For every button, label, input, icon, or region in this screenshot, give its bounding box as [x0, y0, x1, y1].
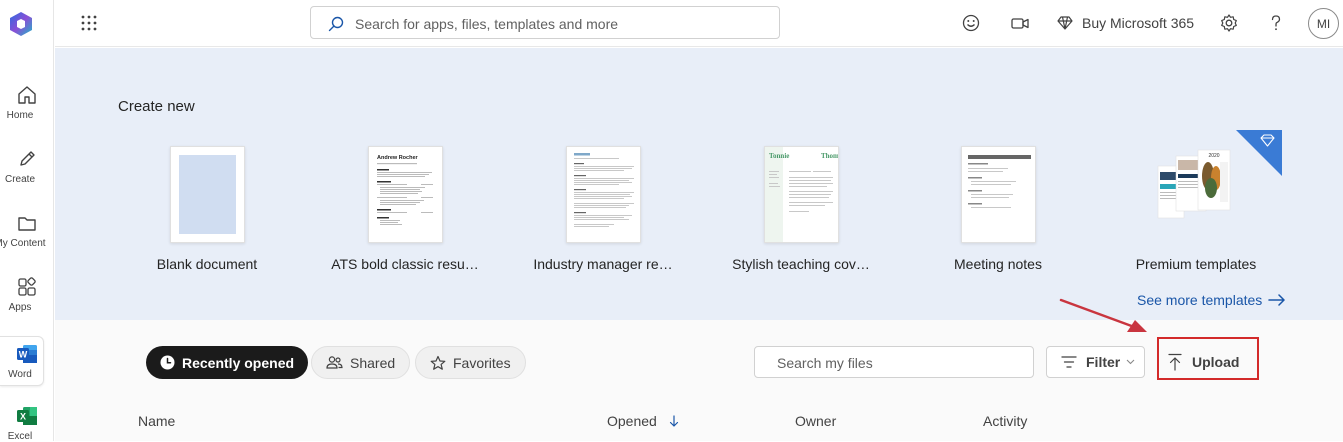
rail-my-content-label: My Content — [0, 238, 46, 249]
buy-microsoft-365-button[interactable]: Buy Microsoft 365 — [1056, 11, 1194, 35]
search-my-files-placeholder: Search my files — [777, 355, 873, 371]
template-thumbnail-heading: Andrew Rocher — [377, 155, 419, 161]
rail-apps-label: Apps — [8, 302, 32, 313]
template-thumbnail: 2020 — [1156, 146, 1236, 243]
arrow-right-icon — [1268, 294, 1286, 306]
template-thumbnail-heading: Tonnie Thomsen — [769, 152, 839, 160]
star-icon — [430, 355, 446, 370]
excel-icon: X — [17, 407, 37, 425]
template-thumbnail — [960, 146, 1036, 243]
create-new-section: Create new Blank document Andrew Rocher — [55, 48, 1343, 320]
rail-home[interactable]: Home — [0, 84, 54, 121]
template-name: Stylish teaching cov… — [732, 256, 870, 272]
filter-shared[interactable]: Shared — [311, 346, 411, 379]
template-stylish-teaching-cover-letter[interactable]: Tonnie Thomsen Stylish teaching cov… — [721, 146, 881, 272]
app-launcher-icon[interactable] — [80, 14, 98, 32]
column-activity-label: Activity — [983, 413, 1028, 429]
chevron-down-icon — [1126, 359, 1135, 365]
column-header-owner[interactable]: Owner — [795, 413, 836, 429]
rail-excel-label: Excel — [7, 431, 33, 442]
filter-favorites-label: Favorites — [453, 354, 511, 371]
template-name: Meeting notes — [954, 256, 1042, 272]
template-thumbnail: Tonnie Thomsen — [763, 146, 839, 243]
rail-my-content[interactable]: My Content — [0, 212, 54, 249]
home-icon — [18, 86, 36, 104]
template-name: Industry manager re… — [533, 256, 673, 272]
annotation-arrow-icon — [1059, 298, 1147, 332]
column-header-activity[interactable]: Activity — [983, 413, 1027, 429]
search-icon — [328, 16, 344, 32]
pen-icon — [20, 151, 35, 166]
template-name: Blank document — [156, 256, 258, 272]
upload-label: Upload — [1192, 354, 1240, 370]
feedback-smiley-icon[interactable] — [961, 13, 981, 33]
svg-text:X: X — [20, 412, 26, 422]
premium-thumbnail-year: 2020 — [1208, 153, 1219, 159]
diamond-icon — [1057, 16, 1073, 30]
settings-gear-icon[interactable] — [1219, 13, 1239, 33]
template-thumbnail: Andrew Rocher — [367, 146, 443, 243]
filter-shared-label: Shared — [350, 354, 396, 371]
files-section: Recently opened Shared Favorites Search … — [55, 320, 1343, 441]
word-icon: W — [17, 345, 37, 363]
rail-create[interactable]: Create — [0, 148, 54, 185]
rail-create-label: Create — [4, 174, 35, 185]
folder-icon — [18, 217, 36, 231]
rail-apps[interactable]: Apps — [0, 276, 54, 313]
avatar-initials: MI — [1316, 16, 1331, 31]
filter-favorites[interactable]: Favorites — [415, 346, 526, 379]
user-avatar[interactable]: MI — [1308, 8, 1339, 39]
buy-microsoft-365-label: Buy Microsoft 365 — [1082, 15, 1195, 31]
template-meeting-notes[interactable]: Meeting notes — [918, 146, 1078, 272]
people-icon — [326, 356, 343, 369]
filter-label: Filter — [1086, 354, 1121, 370]
column-owner-label: Owner — [795, 413, 837, 429]
template-industry-manager-resume[interactable]: Industry manager re… — [523, 146, 683, 272]
column-opened-label: Opened — [607, 413, 657, 429]
m365-logo-icon[interactable] — [8, 11, 34, 37]
template-name: ATS bold classic resu… — [331, 256, 479, 272]
premium-diamond-badge-icon — [1236, 130, 1282, 176]
global-search-placeholder: Search for apps, files, templates and mo… — [355, 16, 619, 32]
create-new-title: Create new — [118, 98, 195, 115]
filter-recently-opened[interactable]: Recently opened — [146, 346, 309, 379]
sort-down-arrow-icon — [669, 415, 678, 427]
filter-lines-icon — [1061, 356, 1077, 368]
rail-word-label: Word — [8, 369, 32, 380]
template-name: Premium templates — [1135, 256, 1257, 272]
rail-excel[interactable]: X Excel — [0, 405, 54, 442]
global-search-input[interactable]: Search for apps, files, templates and mo… — [310, 6, 780, 39]
rail-word[interactable]: W Word — [0, 343, 54, 380]
filter-button[interactable]: Filter — [1046, 346, 1145, 378]
app-rail: Home Create My Content Apps W Word X Exc… — [0, 0, 54, 442]
rail-home-label: Home — [6, 110, 34, 121]
upload-button[interactable]: Upload — [1167, 346, 1239, 378]
template-thumbnail — [169, 146, 245, 243]
search-my-files-input[interactable]: Search my files — [754, 346, 1034, 378]
filter-recently-opened-label: Recently opened — [182, 354, 295, 371]
svg-text:W: W — [19, 350, 28, 360]
template-blank-document[interactable]: Blank document — [127, 146, 287, 272]
apps-icon — [18, 277, 36, 296]
video-icon[interactable] — [1010, 13, 1030, 33]
top-bar: Search for apps, files, templates and mo… — [55, 0, 1343, 47]
column-header-opened[interactable]: Opened — [607, 413, 679, 429]
upload-arrow-icon — [1168, 353, 1182, 371]
template-ats-bold-classic-resume[interactable]: Andrew Rocher ATS bold classic resu… — [325, 146, 485, 272]
template-thumbnail — [565, 146, 641, 243]
help-icon[interactable] — [1266, 13, 1286, 33]
column-header-name[interactable]: Name — [138, 413, 175, 429]
clock-icon — [160, 355, 175, 370]
column-name-label: Name — [138, 413, 176, 429]
